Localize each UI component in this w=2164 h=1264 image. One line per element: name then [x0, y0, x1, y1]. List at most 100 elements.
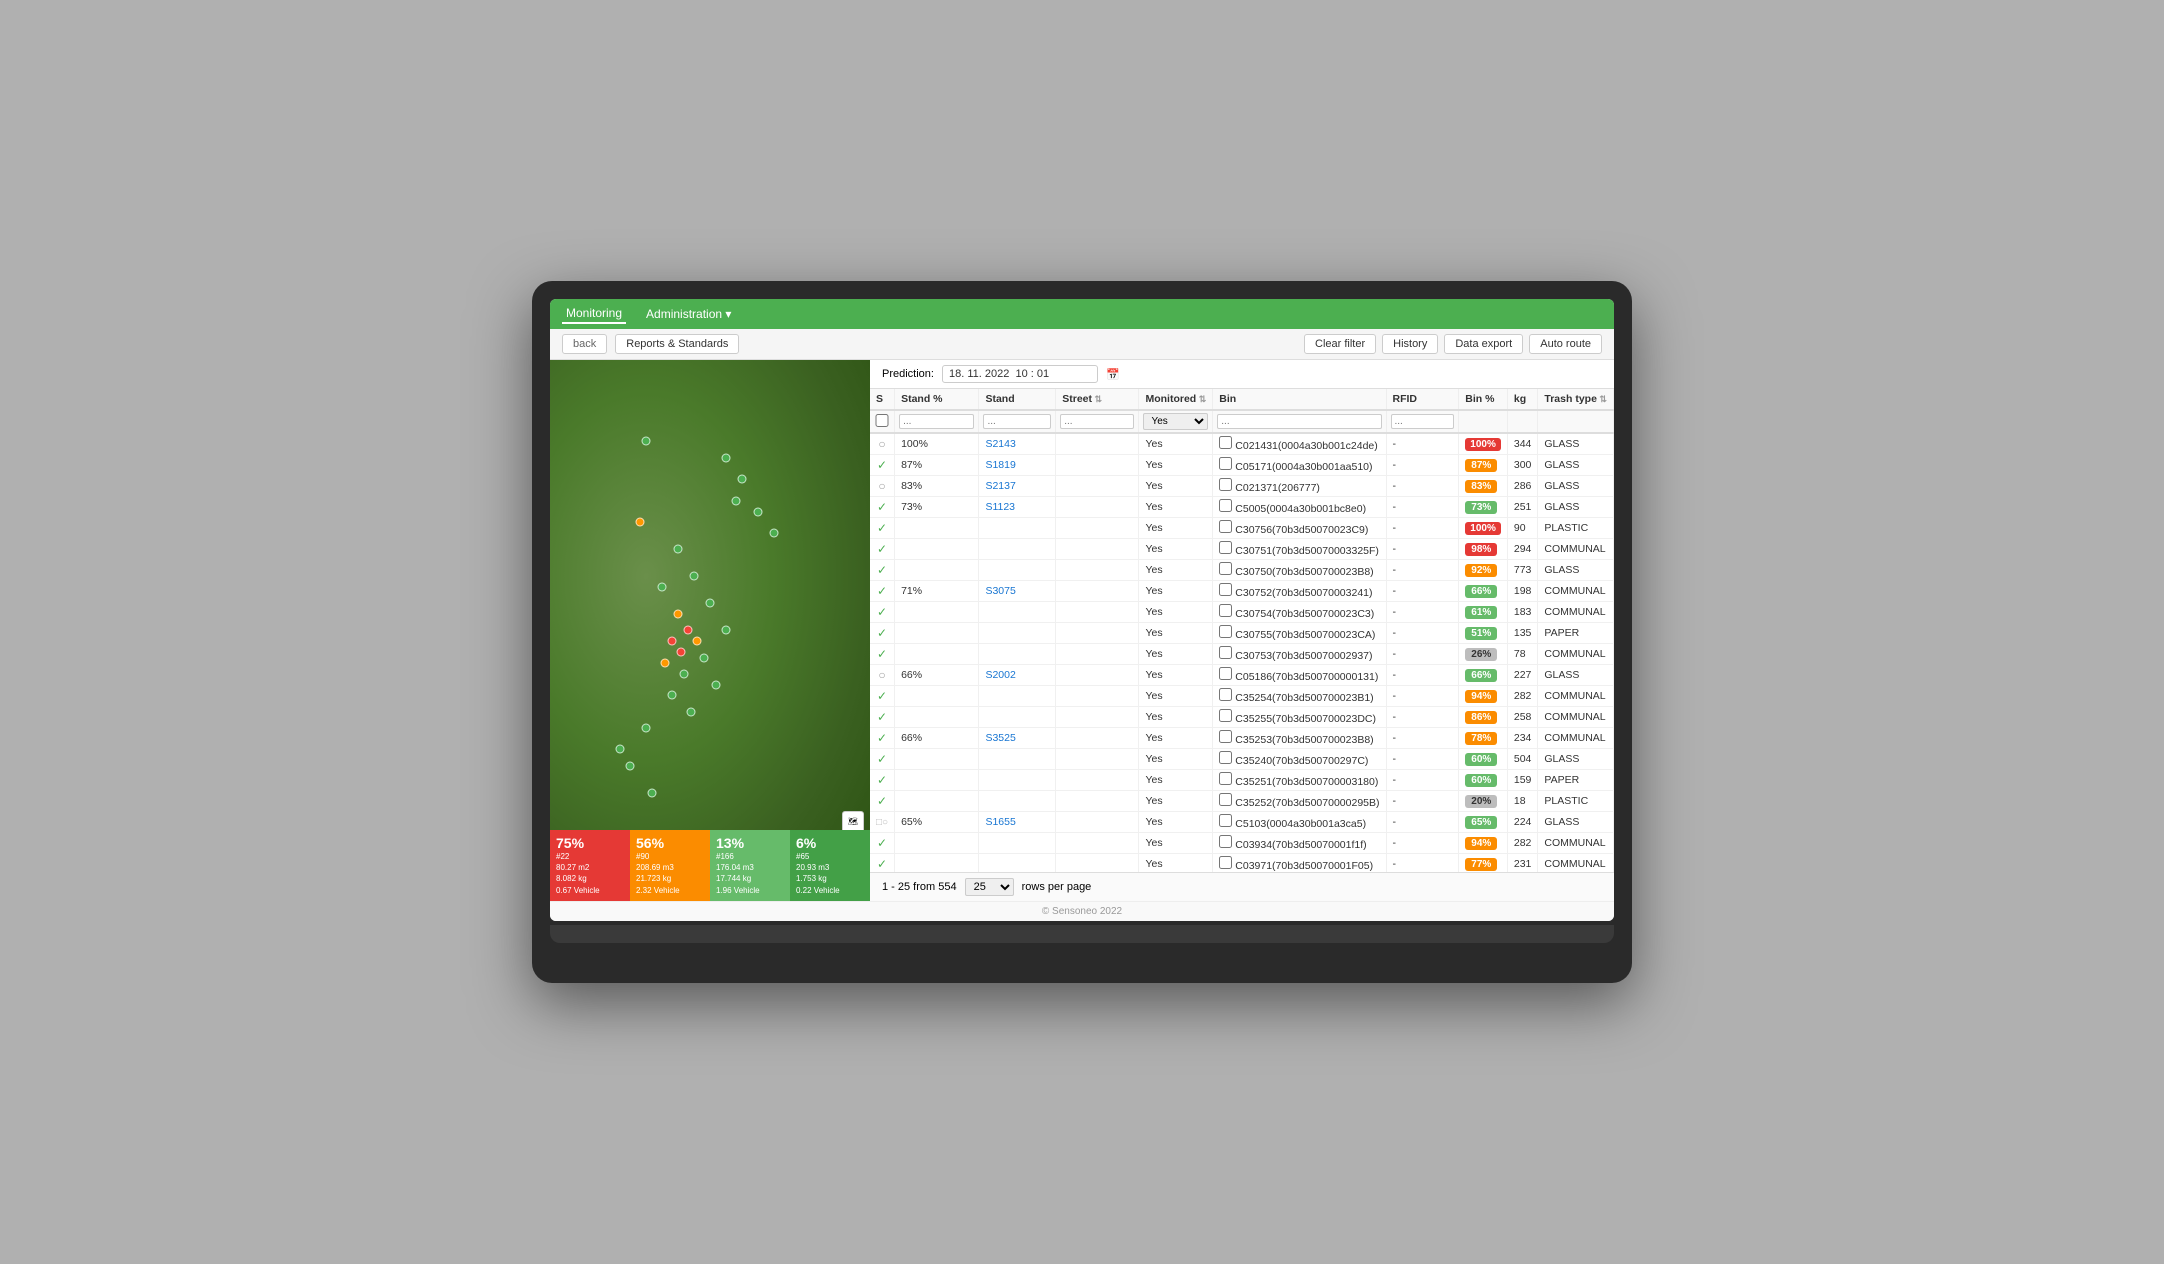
row-kg: 198 [1507, 581, 1538, 602]
bin-pct-badge: 92% [1465, 564, 1497, 577]
row-bin: C30753(70b3d50070002937) [1213, 644, 1386, 665]
row-bin-checkbox[interactable] [1219, 751, 1232, 764]
col-monitored[interactable]: Monitored [1139, 389, 1213, 410]
row-bin: C5103(0004a30b001a3ca5) [1213, 812, 1386, 833]
filter-street-input[interactable] [1060, 414, 1134, 429]
bin-pct-badge: 94% [1465, 837, 1497, 850]
row-kg: 504 [1507, 749, 1538, 770]
filter-bin-pct [1459, 410, 1508, 433]
prediction-input[interactable] [942, 365, 1098, 383]
auto-route-button[interactable]: Auto route [1529, 334, 1602, 354]
status-check-icon: ✓ [877, 773, 887, 787]
filter-stand-pct-input[interactable] [899, 414, 974, 429]
stand-link[interactable]: S2143 [985, 438, 1015, 450]
row-stand [979, 854, 1056, 872]
row-bin-checkbox[interactable] [1219, 541, 1232, 554]
row-bin-checkbox[interactable] [1219, 604, 1232, 617]
status-check-icon: ✓ [877, 563, 887, 577]
legend-block-1: 56% #90208.69 m321.723 kg2.32 Vehicle [630, 830, 710, 901]
prediction-calendar-icon[interactable]: 📅 [1106, 368, 1120, 381]
row-monitored: Yes [1139, 581, 1213, 602]
row-monitored: Yes [1139, 665, 1213, 686]
status-check-icon: ✓ [877, 731, 887, 745]
back-button[interactable]: back [562, 334, 607, 354]
row-bin-checkbox[interactable] [1219, 835, 1232, 848]
row-bin-pct: 61% [1459, 602, 1508, 623]
filter-monitored: YesNoAll [1139, 410, 1213, 433]
stand-link[interactable]: S1123 [985, 501, 1015, 513]
row-status: □○ [870, 812, 895, 833]
row-bin-pct: 78% [1459, 728, 1508, 749]
row-stand-pct: 73% [895, 497, 979, 518]
col-bin: Bin [1213, 389, 1386, 410]
history-button[interactable]: History [1382, 334, 1438, 354]
row-monitored: Yes [1139, 433, 1213, 455]
row-bin-checkbox[interactable] [1219, 667, 1232, 680]
reports-standards-button[interactable]: Reports & Standards [615, 334, 739, 354]
filter-s-checkbox[interactable] [874, 414, 890, 427]
legend-block-0: 75% #2280.27 m28.082 kg0.67 Vehicle [550, 830, 630, 901]
row-stand-pct: 100% [895, 433, 979, 455]
row-bin-checkbox[interactable] [1219, 583, 1232, 596]
row-rfid: - [1386, 833, 1459, 854]
footer: © Sensoneo 2022 [550, 901, 1614, 921]
row-monitored: Yes [1139, 770, 1213, 791]
row-stand: S2137 [979, 476, 1056, 497]
row-stand [979, 560, 1056, 581]
filter-stand-input[interactable] [983, 414, 1051, 429]
row-status: ✓ [870, 833, 895, 854]
row-bin-checkbox[interactable] [1219, 793, 1232, 806]
row-status: ✓ [870, 707, 895, 728]
filter-monitored-select[interactable]: YesNoAll [1143, 413, 1208, 430]
row-bin-checkbox[interactable] [1219, 457, 1232, 470]
row-bin-pct: 66% [1459, 581, 1508, 602]
row-bin-checkbox[interactable] [1219, 520, 1232, 533]
row-bin-checkbox[interactable] [1219, 709, 1232, 722]
stand-link[interactable]: S1819 [985, 459, 1015, 471]
stand-link[interactable]: S2137 [985, 480, 1015, 492]
row-bin-checkbox[interactable] [1219, 856, 1232, 869]
filter-rfid-input[interactable] [1391, 414, 1455, 429]
nav-monitoring[interactable]: Monitoring [562, 304, 626, 324]
row-stand [979, 602, 1056, 623]
row-bin-pct: 86% [1459, 707, 1508, 728]
row-bin-checkbox[interactable] [1219, 772, 1232, 785]
row-bin-checkbox[interactable] [1219, 478, 1232, 491]
row-bin-checkbox[interactable] [1219, 688, 1232, 701]
filter-bin-input[interactable] [1217, 414, 1381, 429]
row-bin-checkbox[interactable] [1219, 814, 1232, 827]
filter-bin [1213, 410, 1386, 433]
row-bin-checkbox[interactable] [1219, 562, 1232, 575]
clear-filter-button[interactable]: Clear filter [1304, 334, 1376, 354]
table-row: ✓ 66% S3525 Yes C35253(70b3d500700023B8)… [870, 728, 1614, 749]
stand-link[interactable]: S3075 [985, 585, 1015, 597]
row-monitored: Yes [1139, 833, 1213, 854]
row-kg: 251 [1507, 497, 1538, 518]
data-export-button[interactable]: Data export [1444, 334, 1523, 354]
map-background[interactable]: 🗺 Leaflet 75% #2280.27 m28.082 kg0.67 Ve… [550, 360, 870, 900]
row-bin-checkbox[interactable] [1219, 730, 1232, 743]
row-trash-type: GLASS [1538, 455, 1614, 476]
bin-pct-badge: 65% [1465, 816, 1497, 829]
stand-link[interactable]: S3525 [985, 732, 1015, 744]
row-stand-pct [895, 686, 979, 707]
row-bin-checkbox[interactable] [1219, 436, 1232, 449]
col-street[interactable]: Street [1056, 389, 1139, 410]
row-bin-checkbox[interactable] [1219, 499, 1232, 512]
row-bin-checkbox[interactable] [1219, 625, 1232, 638]
stand-link[interactable]: S2002 [985, 669, 1015, 681]
row-bin-pct: 100% [1459, 433, 1508, 455]
bin-pct-badge: 51% [1465, 627, 1497, 640]
row-street [1056, 665, 1139, 686]
table-container[interactable]: S Stand % Stand Street Monitored Bin RFI… [870, 389, 1614, 871]
rows-per-page-select[interactable]: 2550100 [965, 878, 1014, 896]
col-trash-type[interactable]: Trash type [1538, 389, 1614, 410]
stand-link[interactable]: S1655 [985, 816, 1015, 828]
col-bin-pct: Bin % [1459, 389, 1508, 410]
row-bin-checkbox[interactable] [1219, 646, 1232, 659]
row-stand [979, 791, 1056, 812]
row-trash-type: COMMUNAL [1538, 728, 1614, 749]
nav-administration[interactable]: Administration ▾ [642, 305, 735, 323]
table-row: ✓ Yes C35255(70b3d500700023DC) - 86% 258… [870, 707, 1614, 728]
col-stand-pct: Stand % [895, 389, 979, 410]
